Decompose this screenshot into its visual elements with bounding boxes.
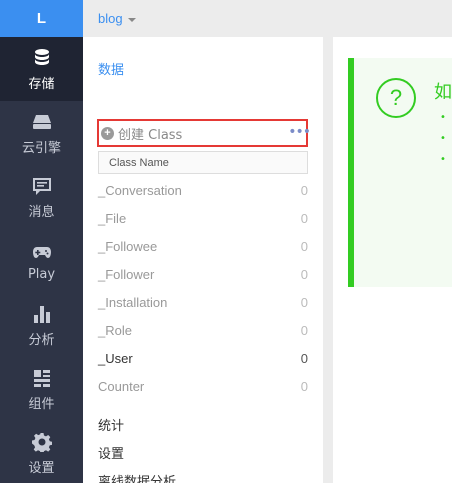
server-icon (31, 111, 53, 133)
class-item-follower[interactable]: _Follower 0 (98, 260, 308, 288)
app-root: L 存储 云引擎 消息 Play 分析 组件 设置 blog 数据 + 创建 C… (0, 0, 452, 483)
notice-bullet: • (440, 154, 446, 165)
class-name: _Followee (98, 238, 158, 254)
top-bar: blog (83, 0, 452, 37)
notice-title: 如 (434, 82, 452, 103)
question-circle-icon: ? (376, 78, 416, 118)
nav-item-cloud-engine[interactable]: 云引擎 (0, 101, 83, 165)
create-class-button[interactable]: + 创建 Class ••• (97, 119, 311, 147)
class-name: Counter (98, 378, 145, 394)
class-item-counter[interactable]: Counter 0 (98, 372, 308, 400)
class-count: 0 (300, 238, 308, 254)
plus-circle-icon: + (101, 126, 114, 140)
notice-bullet: • (440, 112, 446, 123)
sidebar-menu: 统计 设置 离线数据分析 (98, 410, 176, 483)
class-sidebar: 数据 + 创建 Class ••• Class Name _Conversati… (83, 37, 323, 483)
class-item-user[interactable]: _User 0 (98, 344, 308, 372)
main-content: ? 如 • • • (333, 37, 452, 483)
nav-label-play: Play (27, 266, 56, 282)
nav-label-settings: 设置 (28, 460, 55, 476)
class-name: _Conversation (98, 182, 182, 198)
database-icon (31, 47, 53, 69)
create-class-label: 创建 Class (118, 127, 183, 143)
components-icon (31, 367, 53, 389)
help-notice: ? 如 • • • (348, 58, 452, 287)
more-options-icon[interactable]: ••• (288, 124, 311, 140)
class-name: _User (98, 350, 133, 366)
section-title-data[interactable]: 数据 (98, 59, 323, 78)
caret-down-icon (127, 17, 136, 22)
class-name-filter[interactable]: Class Name (98, 151, 308, 174)
class-item-file[interactable]: _File 0 (98, 204, 308, 232)
class-count: 0 (300, 266, 308, 282)
gamepad-icon (31, 241, 53, 263)
class-item-followee[interactable]: _Followee 0 (98, 232, 308, 260)
class-count: 0 (300, 322, 308, 338)
class-item-role[interactable]: _Role 0 (98, 316, 308, 344)
nav-item-components[interactable]: 组件 (0, 357, 83, 421)
menu-item-offline-analysis[interactable]: 离线数据分析 (98, 466, 176, 483)
class-list: _Conversation 0 _File 0 _Followee 0 _Fol… (98, 176, 308, 400)
gear-icon (31, 431, 53, 453)
nav-item-settings[interactable]: 设置 (0, 421, 83, 483)
nav-item-messages[interactable]: 消息 (0, 165, 83, 229)
main-nav: L 存储 云引擎 消息 Play 分析 组件 设置 (0, 0, 83, 483)
class-item-conversation[interactable]: _Conversation 0 (98, 176, 308, 204)
class-count: 0 (300, 182, 308, 198)
nav-label-messages: 消息 (28, 204, 55, 220)
app-logo[interactable]: L (0, 0, 83, 37)
nav-item-analytics[interactable]: 分析 (0, 293, 83, 357)
menu-item-settings[interactable]: 设置 (98, 438, 176, 466)
nav-item-storage[interactable]: 存储 (0, 37, 83, 101)
class-name: _Role (98, 322, 132, 338)
class-count: 0 (300, 210, 308, 226)
nav-label-components: 组件 (28, 396, 55, 412)
class-count: 0 (300, 294, 308, 310)
class-name: _Follower (98, 266, 155, 282)
app-selector[interactable]: blog (98, 11, 136, 26)
nav-label-analytics: 分析 (28, 332, 55, 348)
menu-item-statistics[interactable]: 统计 (98, 410, 176, 438)
nav-item-play[interactable]: Play (0, 229, 83, 293)
class-item-installation[interactable]: _Installation 0 (98, 288, 308, 316)
nav-label-storage: 存储 (28, 76, 55, 92)
class-name: _File (98, 210, 127, 226)
class-name: _Installation (98, 294, 168, 310)
app-name: blog (98, 11, 123, 26)
message-icon (31, 175, 53, 197)
nav-label-cloud-engine: 云引擎 (21, 140, 61, 156)
notice-list: • • • (440, 112, 446, 175)
bar-chart-icon (31, 303, 53, 325)
class-count: 0 (300, 378, 308, 394)
class-count: 0 (300, 350, 308, 366)
notice-bullet: • (440, 133, 446, 144)
